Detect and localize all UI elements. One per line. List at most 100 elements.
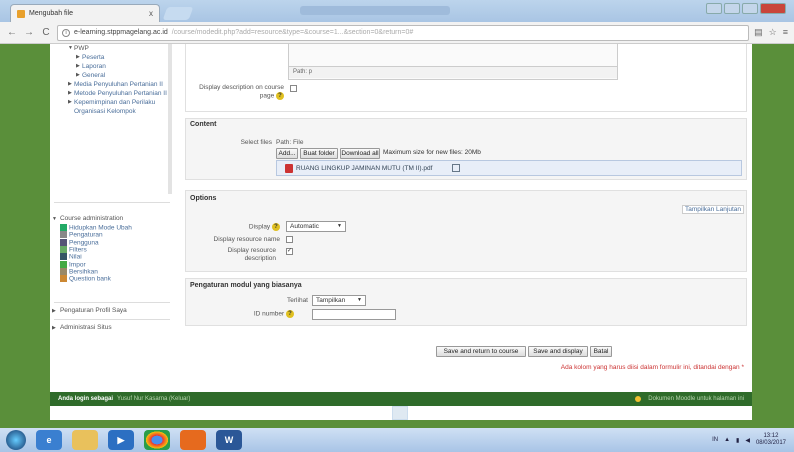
- filter-icon: [60, 246, 67, 254]
- minimize-button[interactable]: [724, 3, 740, 14]
- browser-toolbar: ← → C i e-learning.stppmagelang.ac.id /c…: [0, 22, 794, 44]
- id-number-input[interactable]: [312, 309, 396, 320]
- course-admin-item[interactable]: Nilai: [52, 253, 172, 261]
- cancel-button[interactable]: Batal: [590, 346, 612, 357]
- course-admin-item[interactable]: Question bank: [52, 275, 172, 283]
- language-indicator[interactable]: IN: [712, 437, 718, 443]
- nav-tree-item[interactable]: ▶ Laporan: [52, 62, 172, 71]
- max-size-text: Maximum size for new files: 20Mb: [383, 149, 481, 156]
- save-return-button[interactable]: Save and return to course: [436, 346, 526, 357]
- options-legend: Options: [190, 195, 217, 202]
- course-admin-title[interactable]: Course administration: [60, 215, 123, 222]
- scroll-handle[interactable]: [392, 406, 408, 420]
- file-name[interactable]: RUANG LINGKUP JAMINAN MUTU (TM II).pdf: [296, 165, 432, 172]
- moodle-favicon-icon: [17, 9, 25, 18]
- reset-icon: [60, 268, 67, 276]
- add-file-button[interactable]: Add...: [276, 148, 298, 159]
- block-divider: [54, 202, 170, 203]
- course-admin-item[interactable]: Pengaturan: [52, 231, 172, 239]
- course-admin-item-label: Question bank: [69, 275, 111, 283]
- course-admin-item-label: Pengguna: [69, 239, 99, 247]
- nav-tree-item[interactable]: ▶ General: [52, 71, 172, 80]
- bookmark-star-icon[interactable]: ☆: [769, 27, 777, 38]
- firefox-icon[interactable]: [180, 430, 206, 450]
- file-drop-area[interactable]: RUANG LINGKUP JAMINAN MUTU (TM II).pdf: [276, 160, 742, 176]
- tab-close-icon[interactable]: x: [149, 9, 153, 18]
- display-resource-desc-checkbox[interactable]: ✓: [286, 248, 293, 255]
- general-section: Path: p Display description on course pa…: [185, 44, 747, 112]
- nav-tree-label: Peserta: [82, 54, 105, 61]
- file-menu-icon[interactable]: [452, 164, 460, 172]
- site-admin-link[interactable]: Administrasi Situs: [60, 324, 112, 331]
- nav-tree-label: Kepemimpinan dan Perilaku Organisasi Kel…: [74, 99, 156, 115]
- nav-tree-label: Metode Penyuluhan Pertanian II: [74, 90, 167, 97]
- help-icon[interactable]: ?: [276, 92, 284, 100]
- chevron-down-icon: ▼: [357, 297, 362, 303]
- course-admin-item[interactable]: Filters: [52, 246, 172, 253]
- nav-tree-item[interactable]: ▶ Peserta: [52, 53, 172, 62]
- network-icon[interactable]: ▮: [736, 437, 739, 444]
- menu-icon[interactable]: ≡: [783, 27, 788, 38]
- url-path: /course/modedit.php?add=resource&type=&c…: [171, 29, 414, 36]
- save-display-button[interactable]: Save and display: [528, 346, 588, 357]
- profile-settings-link[interactable]: Pengaturan Profil Saya: [60, 307, 127, 314]
- show-more-link[interactable]: Tampilkan Lanjutan: [681, 205, 744, 214]
- moodle-docs-link[interactable]: Dokumen Moodle untuk halaman ini: [648, 396, 744, 402]
- nav-scrollbar[interactable]: [168, 44, 172, 194]
- nav-tree-item[interactable]: ▶ Metode Penyuluhan Pertanian II: [52, 89, 172, 98]
- nav-tree-item[interactable]: ▶ Media Penyuluhan Pertanian II: [52, 80, 172, 89]
- pdf-file-icon: [285, 164, 293, 173]
- maximize-button[interactable]: [742, 3, 758, 14]
- course-admin-item[interactable]: Impor: [52, 260, 172, 269]
- options-section: Options Tampilkan Lanjutan Display ? Aut…: [185, 190, 747, 272]
- reload-button[interactable]: C: [40, 27, 52, 38]
- new-tab-button[interactable]: [162, 7, 194, 20]
- close-window-button[interactable]: [760, 3, 786, 14]
- chrome-icon[interactable]: [144, 430, 170, 450]
- course-admin-item[interactable]: Pengguna: [52, 238, 172, 247]
- media-player-icon[interactable]: ▶: [108, 430, 134, 450]
- help-icon[interactable]: ?: [286, 310, 294, 318]
- tray-arrow-icon[interactable]: ▲: [724, 437, 730, 443]
- word-icon[interactable]: W: [216, 430, 242, 450]
- translate-icon[interactable]: ▤: [754, 27, 763, 38]
- user-button[interactable]: [706, 3, 722, 14]
- file-explorer-icon[interactable]: [72, 430, 98, 450]
- display-select[interactable]: Automatic ▼: [286, 221, 346, 232]
- profile-settings-block: ▶ Pengaturan Profil Saya: [52, 307, 172, 314]
- display-desc-checkbox[interactable]: [290, 85, 297, 92]
- volume-icon[interactable]: ◀: [745, 437, 750, 444]
- display-resource-name-checkbox[interactable]: [286, 236, 293, 243]
- start-orb-icon[interactable]: [6, 430, 26, 450]
- display-label: Display: [248, 223, 271, 231]
- clock[interactable]: 13:12 08/03/2017: [756, 433, 786, 447]
- forward-button[interactable]: →: [23, 27, 35, 38]
- browser-titlebar: Mengubah file x: [0, 0, 794, 22]
- chevron-down-icon: ▼: [337, 223, 342, 229]
- required-note: Ada kolom yang harus diisi dalam formuli…: [561, 364, 744, 371]
- display-desc-label: Display description on course page: [199, 84, 284, 100]
- grades-icon: [60, 253, 67, 261]
- download-all-button[interactable]: Download all: [340, 148, 380, 159]
- address-bar[interactable]: i e-learning.stppmagelang.ac.id /course/…: [57, 24, 750, 41]
- back-button[interactable]: ←: [6, 27, 18, 38]
- browser-tab[interactable]: Mengubah file x: [10, 4, 160, 22]
- course-admin-item-label: Impor: [69, 261, 86, 269]
- new-folder-button[interactable]: Buat folder: [300, 148, 338, 159]
- course-admin-item[interactable]: Hidupkan Mode Ubah: [52, 224, 172, 231]
- internet-explorer-icon[interactable]: e: [36, 430, 62, 450]
- site-admin-block: ▶ Administrasi Situs: [52, 324, 172, 331]
- nav-tree-item[interactable]: ▶ Kepemimpinan dan Perilaku Organisasi Ke…: [52, 98, 172, 116]
- site-info-icon[interactable]: i: [62, 28, 70, 37]
- id-number-label: ID number: [253, 310, 285, 318]
- tab-title: Mengubah file: [29, 10, 73, 17]
- nav-tree-item[interactable]: ▼ PWP: [52, 44, 172, 53]
- course-admin-item[interactable]: Bersihkan: [52, 268, 172, 275]
- help-icon[interactable]: ?: [272, 223, 280, 231]
- user-link[interactable]: Yusuf Nur Kasarna (Keluar): [117, 396, 190, 402]
- description-editor[interactable]: Path: p: [288, 44, 618, 80]
- required-note-text: Ada kolom yang harus diisi dalam formuli…: [560, 364, 740, 371]
- block-divider: [54, 302, 170, 303]
- question-bank-icon: [60, 275, 67, 283]
- visible-select[interactable]: Tampilkan ▼: [312, 295, 366, 306]
